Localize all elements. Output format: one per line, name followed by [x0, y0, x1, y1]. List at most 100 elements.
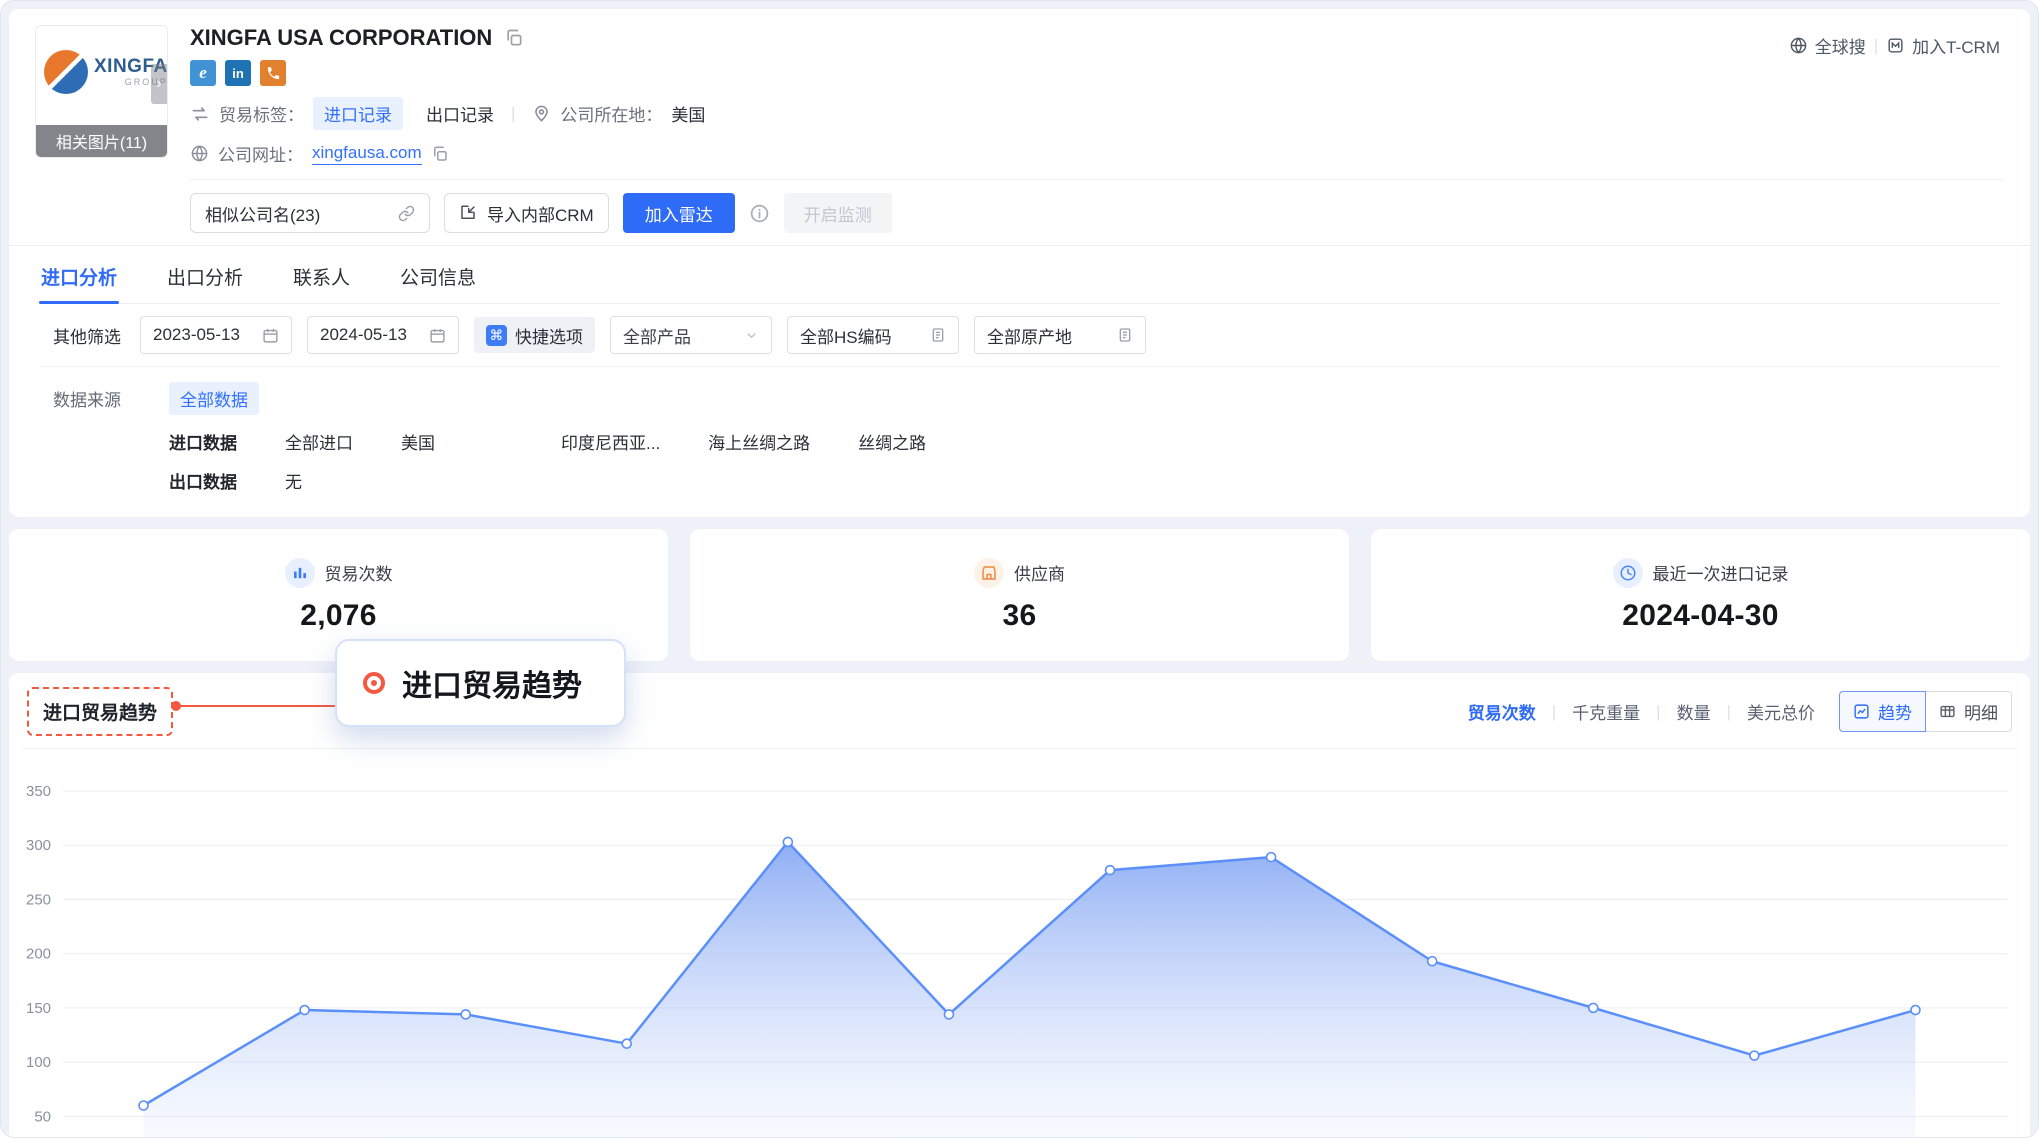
social-icons: e in	[190, 60, 2004, 86]
metric-kg-weight[interactable]: 千克重量	[1572, 699, 1640, 724]
view-detail-button[interactable]: 明细	[1926, 691, 2012, 732]
tab-import-analysis[interactable]: 进口分析	[39, 246, 119, 303]
metric-trade-count[interactable]: 贸易次数	[1468, 699, 1536, 724]
svg-text:200: 200	[26, 946, 51, 963]
page-root: XINGFA GROUP 相关图片(11) › XINGFA USA CORPO…	[0, 0, 2039, 1138]
tag-export-records[interactable]: 出口记录	[426, 101, 494, 126]
export-data-value: 无	[285, 468, 302, 493]
tcrm-icon	[1886, 36, 1905, 55]
trend-line-icon	[1853, 703, 1870, 720]
location-value: 美国	[671, 101, 705, 126]
copy-icon[interactable]	[504, 28, 524, 48]
stat-value: 2,076	[300, 599, 377, 633]
hs-code-select[interactable]: 全部HS编码	[787, 316, 959, 354]
linkedin-icon[interactable]: in	[225, 60, 251, 86]
target-icon	[363, 672, 385, 694]
join-tcrm-link[interactable]: 加入T-CRM	[1886, 33, 2000, 58]
location-label: 公司所在地：	[560, 101, 662, 126]
website-label: 公司网址：	[218, 141, 303, 166]
link-icon	[398, 205, 415, 222]
import-source-item[interactable]: 全部进口	[285, 429, 353, 454]
company-logo-art: XINGFA GROUP	[44, 50, 159, 94]
data-source-block: 数据来源 全部数据 进口数据 全部进口 美国 印度尼西亚... 海上丝绸之路 丝…	[39, 367, 2000, 511]
website-icon[interactable]: e	[190, 60, 216, 86]
metric-usd-total[interactable]: 美元总价	[1747, 699, 1815, 724]
section-title-import-trend: 进口贸易趋势	[27, 687, 173, 736]
import-source-item[interactable]: 海上丝绸之路	[708, 429, 810, 454]
tab-company-info[interactable]: 公司信息	[398, 246, 478, 303]
logo-next-arrow-icon[interactable]: ›	[151, 64, 167, 104]
svg-text:50: 50	[34, 1108, 51, 1125]
document-icon	[1117, 327, 1133, 343]
company-header: XINGFA GROUP 相关图片(11) › XINGFA USA CORPO…	[9, 9, 2030, 245]
trade-label: 贸易标签：	[219, 101, 304, 126]
tag-import-records[interactable]: 进口记录	[313, 97, 403, 130]
document-icon	[930, 327, 946, 343]
quick-options-button[interactable]: ⌘ 快捷选项	[474, 317, 595, 353]
product-select[interactable]: 全部产品	[610, 316, 772, 354]
start-monitor-button[interactable]: 开启监测	[784, 193, 892, 233]
stat-label: 最近一次进口记录	[1653, 560, 1789, 585]
date-from-input[interactable]: 2023-05-13	[140, 316, 292, 354]
tab-bar: 进口分析 出口分析 联系人 公司信息	[39, 246, 2000, 304]
tab-contacts[interactable]: 联系人	[291, 246, 352, 303]
page-title: XINGFA USA CORPORATION	[190, 25, 492, 51]
similar-companies-button[interactable]: 相似公司名(23)	[190, 193, 430, 233]
svg-text:150: 150	[26, 1000, 51, 1017]
all-data-tag[interactable]: 全部数据	[169, 382, 259, 415]
calendar-icon	[429, 327, 446, 344]
table-grid-icon	[1939, 703, 1956, 720]
global-search-icon	[1789, 36, 1808, 55]
company-logo[interactable]: XINGFA GROUP 相关图片(11) ›	[35, 25, 168, 158]
svg-text:250: 250	[26, 891, 51, 908]
trade-tags-icon	[190, 104, 210, 124]
shop-icon	[974, 558, 1004, 588]
info-icon[interactable]	[749, 203, 770, 224]
calendar-icon	[262, 327, 279, 344]
svg-text:100: 100	[26, 1054, 51, 1071]
svg-text:350: 350	[26, 783, 51, 800]
chart-controls: 贸易次数 | 千克重量 | 数量 | 美元总价 趋势 明细	[1468, 691, 2012, 732]
stat-card-last-import: 最近一次进口记录 2024-04-30	[1371, 529, 2030, 661]
data-source-label: 数据来源	[53, 386, 145, 411]
trend-area-chart[interactable]: 0501001502002503003502023-052023-062023-…	[23, 755, 2016, 1138]
import-source-item[interactable]: 印度尼西亚...	[561, 429, 660, 454]
related-images-badge[interactable]: 相关图片(11)	[36, 125, 167, 157]
svg-text:300: 300	[26, 837, 51, 854]
export-data-label: 出口数据	[169, 468, 261, 493]
tab-export-analysis[interactable]: 出口分析	[165, 246, 245, 303]
stat-value: 36	[1003, 599, 1037, 633]
view-trend-button[interactable]: 趋势	[1839, 691, 1926, 732]
company-header-card: XINGFA GROUP 相关图片(11) › XINGFA USA CORPO…	[9, 9, 2030, 517]
metric-quantity[interactable]: 数量	[1677, 699, 1711, 724]
import-source-item[interactable]: 丝绸之路	[858, 429, 926, 454]
import-data-label: 进口数据	[169, 429, 261, 454]
filter-bar: 其他筛选 2023-05-13 2024-05-13 ⌘ 快捷选项 全部产品	[39, 304, 2000, 367]
import-trend-card: 进口贸易趋势 贸易次数 | 千克重量 | 数量 | 美元总价 趋势 明细	[9, 673, 2030, 1138]
phone-icon[interactable]	[260, 60, 286, 86]
command-icon: ⌘	[486, 325, 507, 346]
import-source-item[interactable]: 美国	[401, 429, 435, 454]
header-divider	[190, 179, 2004, 180]
copy-icon[interactable]	[431, 145, 449, 163]
filter-label: 其他筛选	[53, 323, 121, 348]
origin-select[interactable]: 全部原产地	[974, 316, 1146, 354]
add-radar-button[interactable]: 加入雷达	[623, 193, 735, 233]
bar-chart-icon	[285, 558, 315, 588]
import-icon	[459, 204, 477, 222]
chart-body: 0501001502002503003502023-052023-062023-…	[23, 749, 2016, 1138]
website-link[interactable]: xingfausa.com	[312, 143, 422, 165]
callout-title: 进口贸易趋势	[402, 661, 582, 705]
chevron-down-icon	[744, 328, 759, 343]
import-crm-button[interactable]: 导入内部CRM	[444, 193, 609, 233]
global-search-link[interactable]: 全球搜	[1789, 33, 1866, 58]
xingfa-globe-icon	[44, 50, 88, 94]
clock-icon	[1613, 558, 1643, 588]
date-to-input[interactable]: 2024-05-13	[307, 316, 459, 354]
view-toggle: 趋势 明细	[1839, 691, 2012, 732]
analysis-section: 进口分析 出口分析 联系人 公司信息 其他筛选 2023-05-13 2024-…	[9, 245, 2030, 517]
stat-label: 供应商	[1014, 560, 1065, 585]
globe-icon	[190, 144, 209, 163]
callout-tooltip: 进口贸易趋势	[335, 639, 626, 727]
stat-value: 2024-04-30	[1622, 599, 1778, 633]
